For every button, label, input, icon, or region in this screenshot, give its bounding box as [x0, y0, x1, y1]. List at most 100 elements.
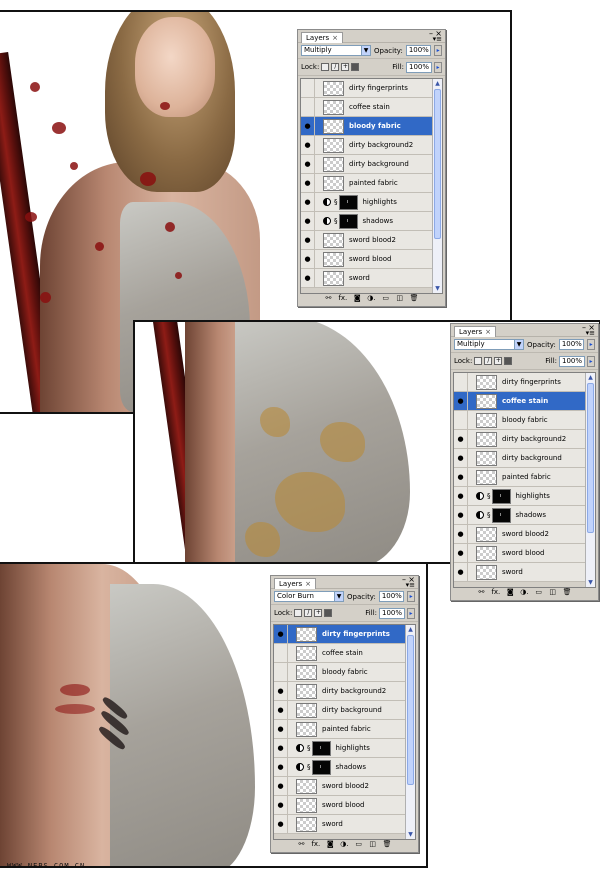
layer-row-highlights[interactable]: ● § highlights — [454, 486, 585, 506]
opacity-input[interactable]: 100% — [405, 45, 432, 56]
opacity-input[interactable]: 100% — [558, 339, 585, 350]
visibility-toggle[interactable] — [274, 643, 288, 663]
visibility-toggle[interactable]: ● — [301, 116, 315, 136]
layer-name[interactable]: dirty background2 — [502, 435, 566, 443]
layer-row-painted-fabric[interactable]: ● painted fabric — [274, 719, 405, 739]
visibility-toggle[interactable]: ● — [301, 230, 315, 250]
layer-name[interactable]: bloody fabric — [349, 122, 401, 130]
layer-name[interactable]: sword — [322, 820, 343, 828]
layer-row-dirty-fingerprints[interactable]: dirty fingerprints — [301, 79, 432, 98]
layer-name[interactable]: dirty background2 — [349, 141, 413, 149]
layer-row-highlights[interactable]: ● § highlights — [301, 192, 432, 212]
lock-transparency-icon[interactable] — [294, 609, 303, 617]
eye-icon[interactable]: ● — [277, 687, 283, 695]
visibility-toggle[interactable]: ● — [274, 738, 288, 758]
layer-row-sword-blood[interactable]: ● sword blood — [274, 795, 405, 815]
visibility-toggle[interactable]: ● — [454, 467, 468, 487]
visibility-toggle[interactable]: ● — [454, 524, 468, 544]
layer-row-painted-fabric[interactable]: ● painted fabric — [454, 467, 585, 487]
visibility-toggle[interactable] — [274, 662, 288, 682]
layer-thumbnail[interactable] — [296, 664, 317, 680]
fx-icon[interactable]: fx. — [338, 294, 347, 302]
layer-row-painted-fabric[interactable]: ● painted fabric — [301, 173, 432, 193]
visibility-toggle[interactable]: ● — [274, 625, 288, 644]
eye-icon[interactable]: ● — [457, 530, 463, 538]
lock-position-icon[interactable]: + — [314, 609, 323, 617]
layer-mask-thumbnail[interactable] — [491, 507, 511, 523]
layer-row-highlights[interactable]: ● § highlights — [274, 738, 405, 758]
visibility-toggle[interactable]: ● — [301, 249, 315, 269]
eye-icon[interactable]: ● — [277, 801, 283, 809]
layer-name[interactable]: bloody fabric — [502, 416, 548, 424]
opacity-slider-arrow-icon[interactable]: ▸ — [407, 591, 415, 602]
layer-thumbnail[interactable] — [476, 450, 497, 466]
opacity-input[interactable]: 100% — [378, 591, 405, 602]
visibility-toggle[interactable]: ● — [454, 505, 468, 525]
layer-thumbnail[interactable] — [323, 270, 344, 286]
layer-name[interactable]: dirty background — [322, 706, 382, 714]
scroll-thumb[interactable] — [434, 89, 441, 239]
visibility-toggle[interactable]: ● — [301, 192, 315, 212]
eye-icon[interactable]: ● — [457, 549, 463, 557]
eye-icon[interactable]: ● — [304, 179, 310, 187]
visibility-toggle[interactable]: ● — [454, 486, 468, 506]
eye-icon[interactable]: ● — [304, 217, 310, 225]
lock-transparency-icon[interactable] — [474, 357, 483, 365]
scroll-thumb[interactable] — [407, 635, 414, 785]
chevron-down-icon[interactable]: ▼ — [361, 46, 371, 55]
layer-thumbnail[interactable] — [476, 564, 497, 580]
blend-mode-select[interactable]: Multiply ▼ — [301, 45, 372, 56]
panel-menu-icon[interactable]: ▾≡ — [586, 330, 595, 337]
layer-row-sword-blood2[interactable]: ● sword blood2 — [454, 524, 585, 544]
visibility-toggle[interactable] — [301, 97, 315, 117]
visibility-toggle[interactable]: ● — [301, 268, 315, 288]
layer-mask-thumbnail[interactable] — [311, 759, 331, 775]
chain-link-icon[interactable]: § — [307, 744, 311, 752]
layer-thumbnail[interactable] — [296, 721, 317, 737]
layer-thumbnail[interactable] — [323, 118, 344, 134]
close-icon[interactable]: × — [485, 327, 491, 337]
layer-row-sword-blood2[interactable]: ● sword blood2 — [301, 230, 432, 250]
layer-name[interactable]: sword blood — [502, 549, 544, 557]
adjustment-icon[interactable]: ◑. — [520, 588, 528, 596]
layer-thumbnail[interactable] — [476, 431, 497, 447]
chain-link-icon[interactable]: § — [487, 511, 491, 519]
layer-mask-thumbnail[interactable] — [311, 740, 331, 756]
layer-row-coffee-stain[interactable]: ● coffee stain — [454, 391, 585, 411]
lock-position-icon[interactable]: + — [341, 63, 350, 71]
blend-mode-select[interactable]: Multiply ▼ — [454, 339, 525, 350]
layer-name[interactable]: dirty background — [349, 160, 409, 168]
layer-row-shadows[interactable]: ● § shadows — [274, 757, 405, 777]
eye-icon[interactable]: ● — [277, 630, 283, 638]
lock-pixels-icon[interactable]: / — [331, 63, 340, 71]
layer-thumbnail[interactable] — [476, 412, 497, 428]
layer-name[interactable]: highlights — [516, 492, 550, 500]
fill-slider-arrow-icon[interactable]: ▸ — [587, 355, 595, 367]
layer-row-bloody-fabric[interactable]: bloody fabric — [274, 662, 405, 682]
fx-icon[interactable]: fx. — [311, 840, 320, 848]
layer-name[interactable]: sword — [502, 568, 523, 576]
eye-icon[interactable]: ● — [304, 198, 310, 206]
layer-name[interactable]: sword blood2 — [322, 782, 369, 790]
layer-name[interactable]: dirty fingerprints — [502, 378, 561, 386]
layer-name[interactable]: shadows — [336, 763, 366, 771]
adjustment-icon[interactable]: ◑. — [367, 294, 375, 302]
layer-thumbnail[interactable] — [476, 469, 497, 485]
new-layer-icon[interactable]: ◫ — [369, 840, 377, 848]
layer-name[interactable]: sword blood2 — [349, 236, 396, 244]
eye-icon[interactable]: ● — [277, 744, 283, 752]
layer-name[interactable]: highlights — [363, 198, 397, 206]
layer-row-bloody-fabric[interactable]: ● bloody fabric — [301, 116, 432, 136]
layers-scrollbar[interactable]: ▲ ▼ — [432, 79, 442, 293]
visibility-toggle[interactable]: ● — [454, 543, 468, 563]
visibility-toggle[interactable]: ● — [454, 429, 468, 449]
layer-row-sword-blood[interactable]: ● sword blood — [301, 249, 432, 269]
fill-slider-arrow-icon[interactable]: ▸ — [407, 607, 415, 619]
layer-row-sword[interactable]: ● sword — [301, 268, 432, 288]
eye-icon[interactable]: ● — [457, 454, 463, 462]
lock-pixels-icon[interactable]: / — [304, 609, 313, 617]
opacity-slider-arrow-icon[interactable]: ▸ — [587, 339, 595, 350]
link-icon[interactable]: ⚯ — [297, 840, 305, 848]
chain-link-icon[interactable]: § — [487, 492, 491, 500]
visibility-toggle[interactable]: ● — [274, 700, 288, 720]
